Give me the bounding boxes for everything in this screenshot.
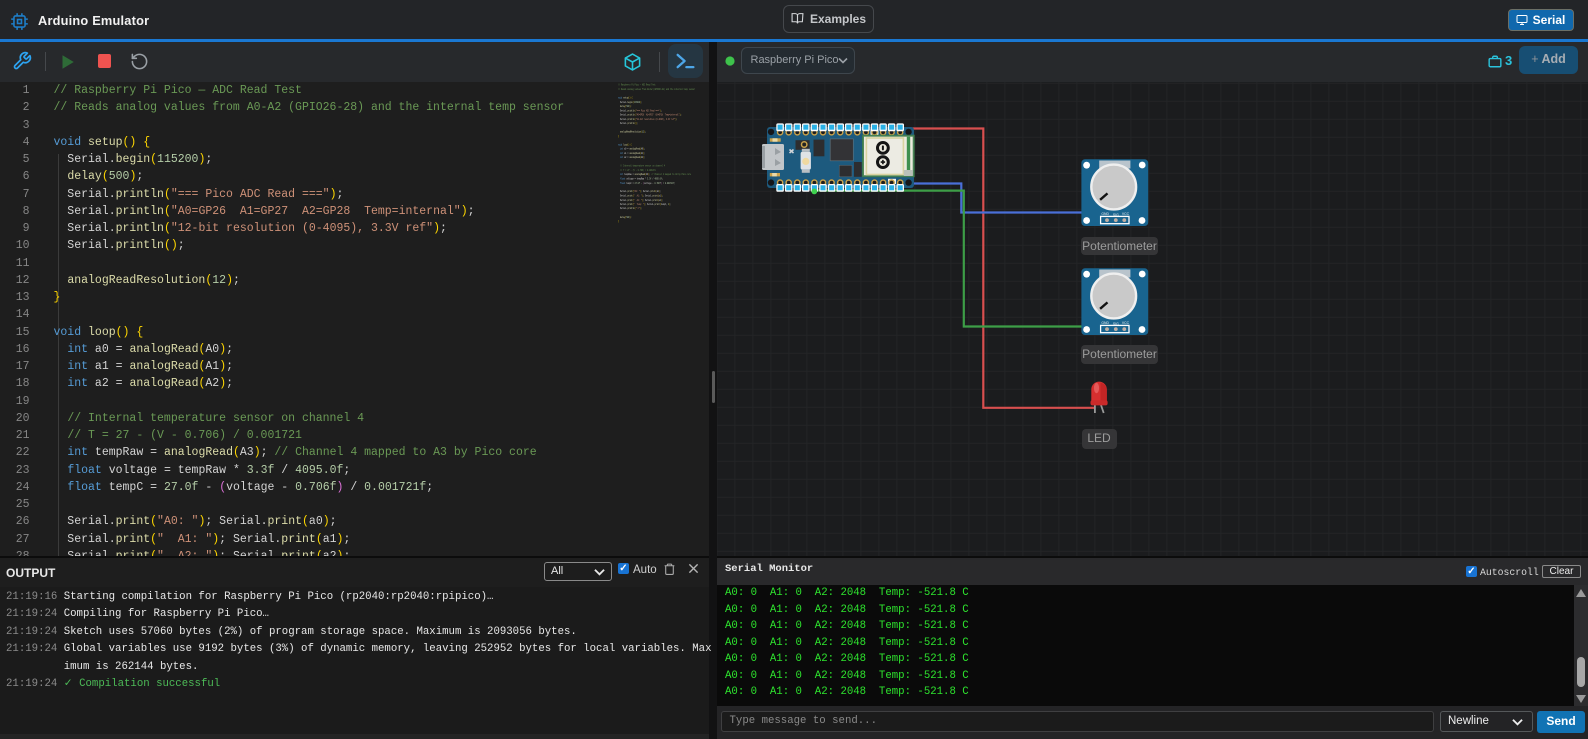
svg-text:SIG: SIG [1113, 322, 1119, 326]
svg-text:GND: GND [1101, 321, 1109, 325]
svg-text:SIG: SIG [1113, 213, 1119, 217]
svg-text:VCC: VCC [1122, 212, 1130, 216]
svg-text:GND: GND [1101, 212, 1109, 216]
svg-text:VCC: VCC [1122, 321, 1130, 325]
